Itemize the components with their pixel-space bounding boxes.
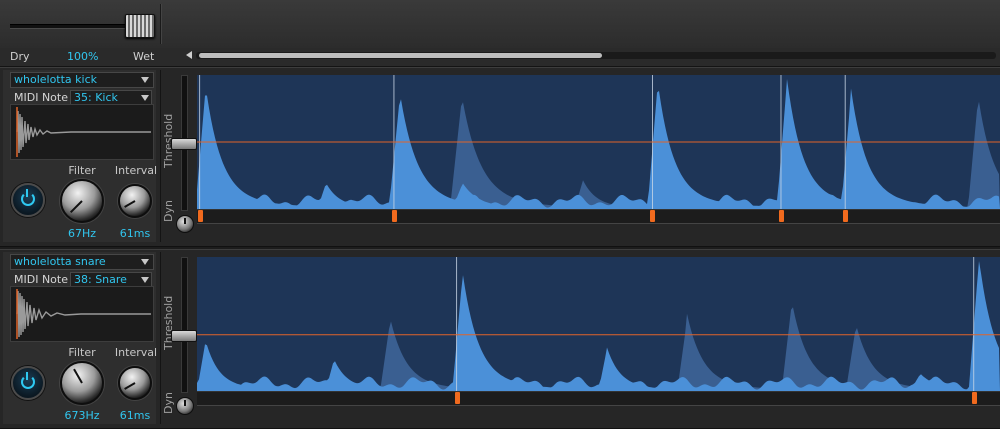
- chevron-down-icon[interactable]: [141, 259, 149, 265]
- filter-value: 673Hz: [64, 409, 100, 422]
- waveform-envelope: [197, 79, 1000, 209]
- filter-knob-pointer: [73, 368, 83, 384]
- trigger-marker-strip: [197, 209, 1000, 223]
- interval-value: 61ms: [119, 409, 151, 422]
- dry-wet-slider-thumb[interactable]: [125, 14, 155, 38]
- power-button[interactable]: [11, 183, 45, 217]
- dyn-knob[interactable]: [176, 215, 194, 233]
- interval-knob-pointer: [124, 382, 136, 390]
- power-button[interactable]: [11, 366, 45, 400]
- interval-knob[interactable]: [118, 366, 152, 400]
- detection-waveform[interactable]: [197, 257, 1000, 391]
- strip-divider: [197, 223, 1000, 224]
- filter-knob[interactable]: [60, 361, 104, 405]
- filter-label: Filter: [68, 346, 96, 359]
- trigger-marker[interactable]: [778, 210, 784, 222]
- detection-waveform[interactable]: [197, 75, 1000, 209]
- lane-divider: [160, 252, 161, 424]
- trigger-marker[interactable]: [197, 210, 203, 222]
- trigger-marker[interactable]: [843, 210, 849, 222]
- wet-label: Wet: [133, 50, 155, 63]
- waveform-graphic: [197, 75, 1000, 209]
- dry-wet-value[interactable]: 100%: [67, 50, 98, 63]
- scrollbar-thumb[interactable]: [199, 53, 602, 58]
- waveform-ghost-envelope: [197, 307, 1000, 391]
- sample-waveform-thumbnail: [10, 104, 154, 160]
- interval-label: Interval: [114, 346, 158, 359]
- power-icon: [21, 375, 35, 389]
- threshold-slider-thumb[interactable]: [171, 138, 197, 150]
- sample-waveform-graphic: [16, 107, 151, 157]
- sample-name: wholelotta kick: [14, 73, 98, 86]
- chevron-down-icon[interactable]: [141, 277, 149, 283]
- trigger-marker[interactable]: [971, 392, 977, 404]
- sample-waveform-thumbnail: [10, 286, 154, 342]
- trigger-marker-strip: [197, 391, 1000, 405]
- power-icon: [21, 192, 35, 206]
- midi-note-value: 38: Snare: [74, 273, 127, 286]
- midi-note-label: MIDI Note: [14, 273, 68, 286]
- dyn-knob-pointer: [184, 218, 186, 224]
- dry-label: Dry: [10, 50, 30, 63]
- interval-label: Interval: [114, 164, 158, 177]
- sample-waveform-graphic: [16, 289, 151, 339]
- dyn-label: Dyn: [162, 392, 175, 414]
- interval-knob-pointer: [124, 200, 136, 208]
- filter-label: Filter: [68, 164, 96, 177]
- interval-value: 61ms: [119, 227, 151, 240]
- midi-note-value: 35: Kick: [74, 91, 118, 104]
- midi-note-label: MIDI Note: [14, 91, 68, 104]
- dyn-knob-pointer: [184, 400, 186, 406]
- threshold-slider-thumb[interactable]: [171, 330, 197, 342]
- dyn-label: Dyn: [162, 200, 175, 222]
- waveform-envelope: [197, 261, 1000, 391]
- filter-value: 67Hz: [67, 227, 97, 240]
- trigger-marker[interactable]: [454, 392, 460, 404]
- strip-divider: [197, 405, 1000, 406]
- waveform-graphic: [197, 257, 1000, 391]
- scroll-left-arrow-icon[interactable]: [186, 51, 192, 59]
- chevron-down-icon[interactable]: [141, 95, 149, 101]
- threshold-slider-track[interactable]: [181, 257, 188, 393]
- trigger-marker[interactable]: [650, 210, 656, 222]
- dyn-knob[interactable]: [176, 397, 194, 415]
- filter-knob[interactable]: [60, 179, 104, 223]
- power-icon-stem: [26, 189, 28, 197]
- sample-name: wholelotta snare: [14, 255, 106, 268]
- toolbar-divider: [160, 4, 162, 44]
- trigger-marker[interactable]: [391, 210, 397, 222]
- chevron-down-icon[interactable]: [141, 77, 149, 83]
- interval-knob[interactable]: [118, 184, 152, 218]
- power-icon-stem: [26, 372, 28, 380]
- filter-knob-pointer: [69, 200, 83, 214]
- lane-divider: [160, 70, 161, 242]
